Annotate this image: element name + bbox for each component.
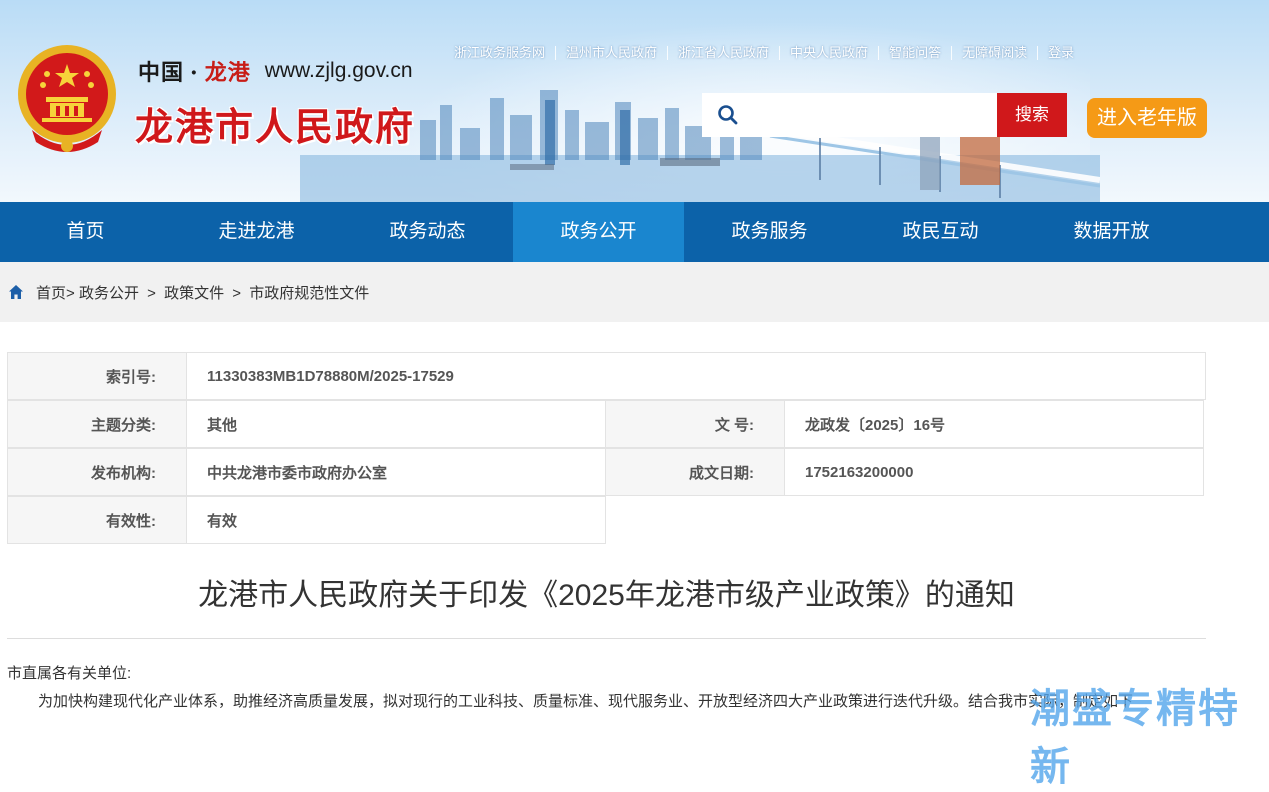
breadcrumb-home[interactable]: 首页 xyxy=(36,285,66,302)
nav-item-news[interactable]: 政务动态 xyxy=(342,202,513,262)
site-header: 中国 · 龙港 www.zjlg.gov.cn 龙港市人民政府 浙江政务服务网 温州… xyxy=(0,0,1269,202)
breadcrumb: 首页> 政务公开 > 政策文件 > 市政府规范性文件 xyxy=(0,262,1269,322)
top-link-smart-qa[interactable]: 智能问答 xyxy=(878,46,951,60)
nav-item-home[interactable]: 首页 xyxy=(0,202,171,262)
search-input[interactable] xyxy=(748,93,992,137)
home-icon[interactable] xyxy=(8,284,24,300)
meta-row-index: 索引号: 11330383MB1D78880M/2025-17529 xyxy=(7,352,1206,400)
site-brand-line: 中国 · 龙港 www.zjlg.gov.cn xyxy=(138,56,413,86)
index-number-label: 索引号: xyxy=(7,352,187,400)
article-title: 龙港市人民政府关于印发《2025年龙港市级产业政策》的通知 xyxy=(198,579,1015,612)
top-link-login[interactable]: 登录 xyxy=(1037,46,1084,60)
elder-mode-button[interactable]: 进入老年版 xyxy=(1087,98,1207,138)
meta-row-issuer: 发布机构: 中共龙港市委市政府办公室 成文日期: 1752163200000 xyxy=(7,448,1206,496)
nav-item-interaction[interactable]: 政民互动 xyxy=(855,202,1026,262)
brand-country: 中国 · 龙港 xyxy=(138,60,251,86)
issuer-value: 中共龙港市委市政府办公室 xyxy=(186,448,606,496)
nav-item-public-info[interactable]: 政务公开 xyxy=(513,202,684,262)
meta-row-validity: 有效性: 有效 xyxy=(7,496,1206,544)
breadcrumb-separator: > xyxy=(147,284,156,302)
top-links: 浙江政务服务网 温州市人民政府 浙江省人民政府 中央人民政府 智能问答 无障碍阅… xyxy=(450,44,1084,62)
article-salutation: 市直属各有关单位: xyxy=(7,665,132,682)
top-link-wenzhou[interactable]: 温州市人民政府 xyxy=(555,46,667,60)
nav-item-open-data[interactable]: 数据开放 xyxy=(1026,202,1197,262)
document-meta-table: 索引号: 11330383MB1D78880M/2025-17529 主题分类:… xyxy=(7,352,1206,544)
national-emblem-icon xyxy=(18,45,116,152)
site-url: www.zjlg.gov.cn xyxy=(264,59,413,82)
watermark-text: 潮盛专精特新 xyxy=(1030,686,1240,790)
nav-item-services[interactable]: 政务服务 xyxy=(684,202,855,262)
issuer-label: 发布机构: xyxy=(7,448,187,496)
validity-value: 有效 xyxy=(186,496,606,544)
meta-row-category: 主题分类: 其他 文 号: 龙政发〔2025〕16号 xyxy=(7,400,1206,448)
top-link-zhejiang[interactable]: 浙江省人民政府 xyxy=(667,46,779,60)
breadcrumb-policy-docs[interactable]: 政策文件 xyxy=(164,285,224,302)
search-box xyxy=(702,93,998,137)
validity-label: 有效性: xyxy=(7,496,187,544)
category-label: 主题分类: xyxy=(7,400,187,448)
search-icon xyxy=(718,105,738,125)
top-link-accessibility[interactable]: 无障碍阅读 xyxy=(951,46,1037,60)
site-title: 龙港市人民政府 xyxy=(135,104,416,149)
breadcrumb-public-info[interactable]: 政务公开 xyxy=(79,285,139,302)
breadcrumb-normative-docs[interactable]: 市政府规范性文件 xyxy=(249,285,369,302)
date-value: 1752163200000 xyxy=(784,448,1204,496)
title-divider xyxy=(7,638,1206,639)
doc-number-value: 龙政发〔2025〕16号 xyxy=(784,400,1204,448)
top-link-central[interactable]: 中央人民政府 xyxy=(779,46,878,60)
date-label: 成文日期: xyxy=(605,448,785,496)
breadcrumb-separator: > xyxy=(66,284,75,302)
main-nav: 首页 走进龙港 政务动态 政务公开 政务服务 政民互动 数据开放 xyxy=(0,202,1269,262)
doc-number-label: 文 号: xyxy=(605,400,785,448)
breadcrumb-separator: > xyxy=(232,284,242,302)
top-link-zjzwfw[interactable]: 浙江政务服务网 xyxy=(450,46,555,60)
nav-item-about[interactable]: 走进龙港 xyxy=(171,202,342,262)
category-value: 其他 xyxy=(186,400,606,448)
index-number-value: 11330383MB1D78880M/2025-17529 xyxy=(186,352,1206,400)
search-button[interactable]: 搜索 xyxy=(997,93,1067,137)
breadcrumb-trail: 首页> 政务公开 > 政策文件 > 市政府规范性文件 xyxy=(36,282,369,303)
